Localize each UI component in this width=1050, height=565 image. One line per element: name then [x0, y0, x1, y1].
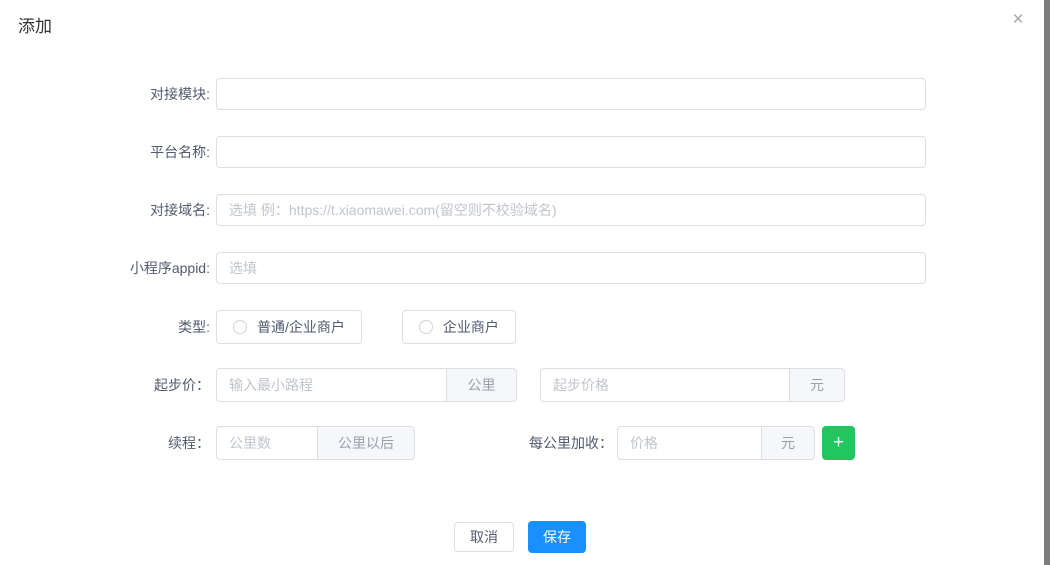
per-km-surcharge-label: 每公里加收： [415, 433, 617, 453]
domain-input[interactable] [216, 194, 926, 226]
module-input[interactable] [216, 78, 926, 110]
domain-label: 对接域名: [0, 200, 210, 220]
type-option-enterprise-merchant[interactable]: 企业商户 [402, 310, 516, 344]
min-distance-unit: 公里 [447, 368, 517, 402]
radio-icon[interactable] [419, 320, 433, 334]
form-row-continuation: 续程： 公里以后 每公里加收： 元 + [0, 426, 1040, 460]
min-distance-input[interactable] [216, 368, 447, 402]
continuation-label: 续程： [0, 433, 210, 453]
appid-label: 小程序appid: [0, 258, 210, 278]
close-icon[interactable]: × [1006, 8, 1030, 32]
save-button[interactable]: 保存 [528, 521, 586, 553]
form-row-platform: 平台名称: [0, 136, 1040, 168]
start-price-input[interactable] [540, 368, 790, 402]
continuation-km-input[interactable] [216, 426, 318, 460]
platform-label: 平台名称: [0, 142, 210, 162]
continuation-km-unit: 公里以后 [318, 426, 415, 460]
form-row-appid: 小程序appid: [0, 252, 1040, 284]
radio-option-label: 企业商户 [443, 317, 499, 337]
add-tier-button[interactable]: + [822, 426, 855, 460]
type-option-normal-merchant[interactable]: 普通/企业商户 [216, 310, 362, 344]
module-label: 对接模块: [0, 84, 210, 104]
continuation-km-group: 公里以后 [216, 426, 415, 460]
add-form: 对接模块: 平台名称: 对接域名: 小程序appid: 类型: 普通/企业商户 [0, 78, 1040, 484]
per-km-price-unit: 元 [762, 426, 815, 460]
radio-icon[interactable] [233, 320, 247, 334]
platform-name-input[interactable] [216, 136, 926, 168]
type-label: 类型: [0, 317, 210, 337]
start-price-unit: 元 [790, 368, 845, 402]
min-distance-group: 公里 [216, 368, 517, 402]
form-row-start-price: 起步价： 公里 元 [0, 368, 1040, 402]
form-row-module: 对接模块: [0, 78, 1040, 110]
dialog-footer: 取消 保存 [0, 521, 1040, 553]
per-km-price-input[interactable] [617, 426, 762, 460]
appid-input[interactable] [216, 252, 926, 284]
cancel-button[interactable]: 取消 [454, 522, 514, 552]
form-row-type: 类型: 普通/企业商户 企业商户 [0, 310, 1040, 344]
radio-option-label: 普通/企业商户 [257, 317, 345, 337]
start-price-label: 起步价： [0, 375, 210, 395]
start-price-group: 元 [540, 368, 845, 402]
form-row-domain: 对接域名: [0, 194, 1040, 226]
per-km-price-group: 元 [617, 426, 815, 460]
dialog-title: 添加 [18, 12, 52, 37]
vertical-scrollbar[interactable] [1044, 0, 1050, 565]
